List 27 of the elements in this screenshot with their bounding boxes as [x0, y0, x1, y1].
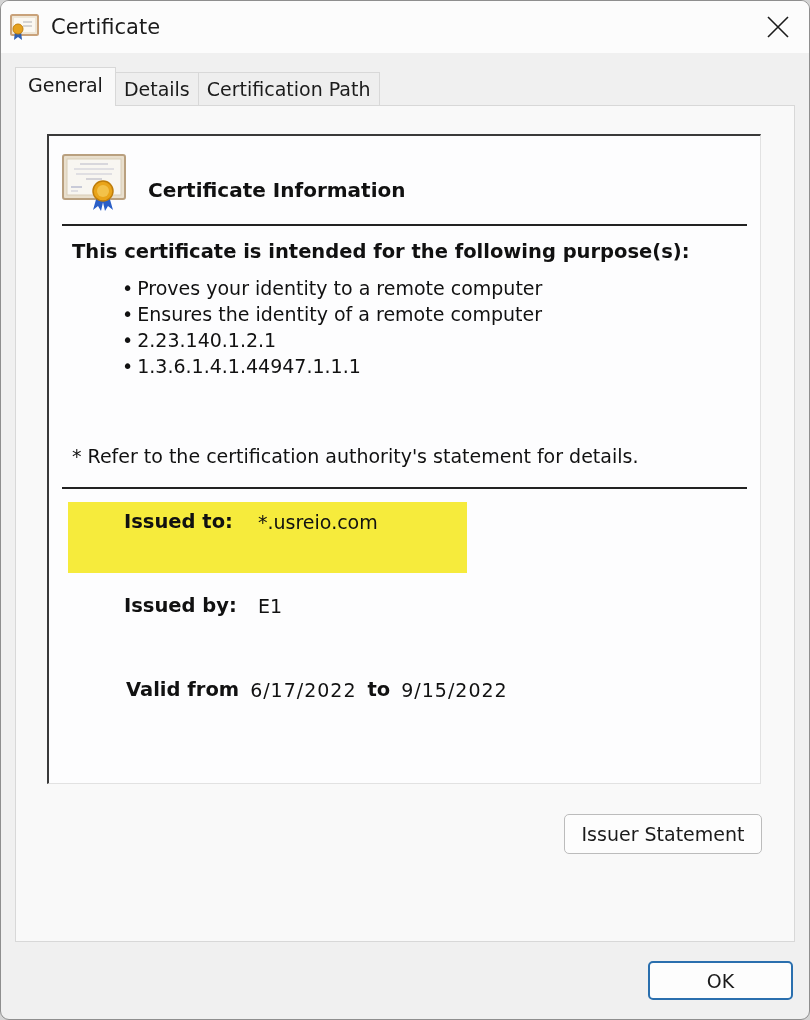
- section-heading: Certificate Information: [148, 177, 406, 202]
- tab[interactable]: Certification Path: [197, 72, 380, 106]
- ok-button[interactable]: OK: [648, 961, 793, 1000]
- bullet-mark: •: [122, 328, 134, 353]
- issuer-statement-button[interactable]: Issuer Statement: [564, 814, 762, 854]
- window-title: Certificate: [51, 15, 161, 39]
- purpose-text: 2.23.140.1.2.1: [137, 328, 277, 353]
- bullet-mark: •: [122, 276, 134, 301]
- field-label: Valid from: [126, 677, 240, 703]
- field-label: to: [367, 677, 391, 703]
- field-value: *.usreio.com: [258, 510, 378, 535]
- field-value: E1: [258, 594, 283, 619]
- close-icon: [767, 16, 789, 38]
- bullet-mark: •: [122, 302, 134, 327]
- note-text: * Refer to the certification authority's statement for details.: [71, 444, 640, 469]
- field-label: Issued to:: [124, 509, 234, 535]
- field-label: Issued by:: [124, 593, 238, 619]
- purposes-heading: This certificate is intended for the following purpose(s):: [71, 239, 691, 265]
- purpose-text: Ensures the identity of a remote computer: [137, 302, 543, 327]
- date-value: 6/17/2022: [250, 678, 357, 703]
- bullet-mark: •: [122, 354, 134, 379]
- certificate-icon: [10, 14, 39, 40]
- purpose-text: 1.3.6.1.4.1.44947.1.1.1: [137, 354, 361, 379]
- certificate-icon: [62, 154, 127, 212]
- date-value: 9/15/2022: [401, 678, 508, 703]
- tab[interactable]: General: [15, 67, 116, 106]
- purpose-text: Proves your identity to a remote computer: [137, 276, 543, 301]
